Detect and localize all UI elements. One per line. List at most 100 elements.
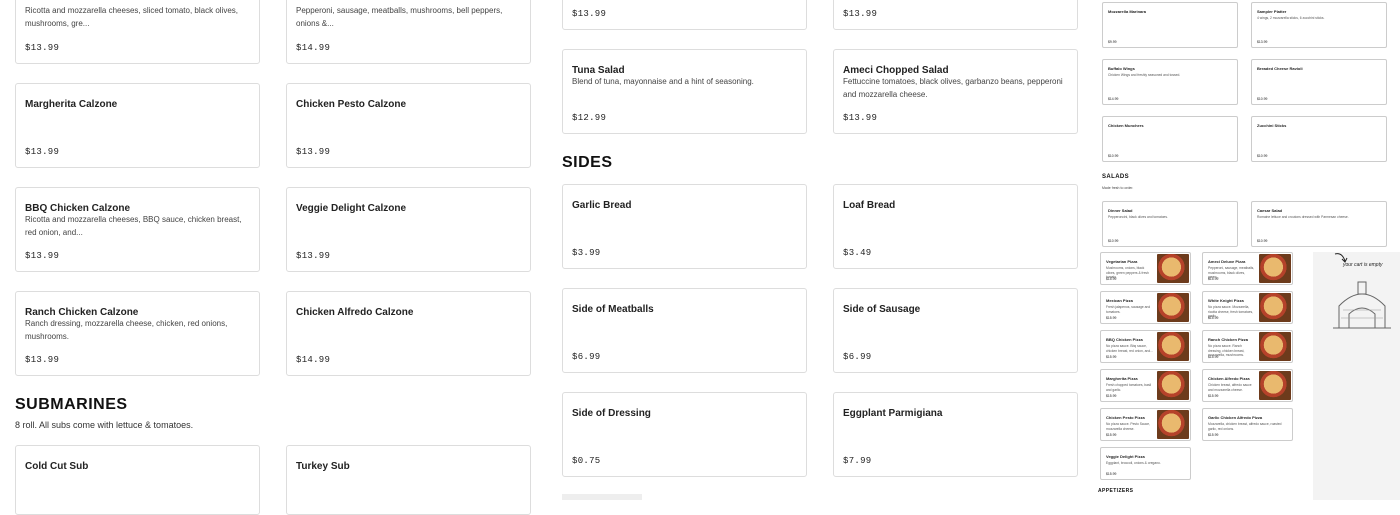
preview-pizza-card[interactable]: Ranch Chicken Pizza No pizza sauce. Ranc… — [1202, 330, 1293, 363]
preview-price: $15.99 — [1106, 316, 1117, 320]
preview-price: $13.99 — [1257, 40, 1268, 44]
preview-name: Caesar Salad — [1257, 208, 1283, 213]
section-title-submarines: SUBMARINES — [15, 396, 128, 413]
item-name: Tuna Salad — [572, 65, 625, 76]
item-name: Side of Meatballs — [572, 304, 654, 315]
menu-item-card[interactable]: Eggplant Parmigiana $7.99 — [833, 392, 1078, 477]
item-price: $13.99 — [25, 43, 60, 53]
preview-card[interactable]: Caesar Salad Romaine lettuce and crouton… — [1251, 201, 1387, 247]
item-price: $3.49 — [843, 248, 872, 258]
item-price: $12.99 — [572, 113, 607, 123]
preview-desc: No pizza sauce. Bbq sauce, chicken breas… — [1106, 344, 1153, 353]
preview-pizza-card[interactable]: Veggie Delight Pizza Eggplant, broccoli,… — [1100, 447, 1191, 480]
preview-price: $10.99 — [1257, 154, 1268, 158]
menu-item-card[interactable]: BBQ Chicken Calzone Ricotta and mozzarel… — [15, 187, 260, 272]
preview-name: Sampler Platter — [1257, 9, 1287, 14]
pizza-image — [1157, 371, 1189, 400]
menu-item-card[interactable]: Ricotta and mozzarella cheeses, sliced t… — [15, 0, 260, 64]
menu-item-card[interactable]: Chicken Pesto Calzone $13.99 — [286, 83, 531, 168]
menu-item-card[interactable]: Side of Sausage $6.99 — [833, 288, 1078, 373]
menu-item-card[interactable]: $13.99 — [833, 0, 1078, 30]
pizza-image — [1157, 332, 1189, 361]
preview-card[interactable]: Dinner Salad Pepperoncini, black olives … — [1102, 201, 1238, 247]
item-name: Side of Dressing — [572, 408, 651, 419]
section-title-partial — [562, 494, 642, 500]
preview-card[interactable]: Mozzarella Marinara $9.99 — [1102, 2, 1238, 48]
preview-price: $15.99 — [1208, 316, 1219, 320]
menu-item-card[interactable]: Veggie Delight Calzone $13.99 — [286, 187, 531, 272]
preview-section-salads: SALADS — [1102, 174, 1130, 180]
cart-empty-text: your cart is empty — [1343, 262, 1383, 268]
preview-pizza-card[interactable]: Vegetarian Pizza Mushrooms, onions, blac… — [1100, 252, 1191, 285]
menu-item-card[interactable]: Pepperoni, sausage, meatballs, mushrooms… — [286, 0, 531, 64]
item-price: $13.99 — [296, 251, 331, 261]
menu-item-card[interactable]: Chicken Alfredo Calzone $14.99 — [286, 291, 531, 376]
preview-card[interactable]: Buffalo Wings Chicken Wings and freshly … — [1102, 59, 1238, 105]
item-price: $13.99 — [296, 147, 331, 157]
preview-card[interactable]: Chicken Munchers $10.99 — [1102, 116, 1238, 162]
preview-price: $10.99 — [1108, 239, 1119, 243]
preview-price: $15.99 — [1106, 394, 1117, 398]
menu-item-card[interactable]: Ranch Chicken Calzone Ranch dressing, mo… — [15, 291, 260, 376]
preview-price: $15.99 — [1106, 433, 1117, 437]
menu-item-card[interactable]: Loaf Bread $3.49 — [833, 184, 1078, 269]
menu-item-card[interactable]: Ameci Chopped Salad Fettuccine tomatoes,… — [833, 49, 1078, 134]
item-description: Blend of tuna, mayonnaise and a hint of … — [572, 77, 754, 86]
preview-card[interactable]: Zucchini Sticks $10.99 — [1251, 116, 1387, 162]
preview-pizza-card[interactable]: White Knight Pizza No pizza sauce. Mozza… — [1202, 291, 1293, 324]
preview-name: Zucchini Sticks — [1257, 123, 1287, 128]
cart-panel: your cart is empty — [1313, 252, 1400, 500]
item-name: Veggie Delight Calzone — [296, 203, 407, 214]
item-price: $13.99 — [843, 9, 878, 19]
pizza-image — [1157, 293, 1189, 322]
menu-item-card[interactable]: Cold Cut Sub — [15, 445, 260, 515]
preview-name: Veggie Delight Pizza — [1106, 454, 1145, 459]
item-description: Ricotta and mozzarella cheeses, BBQ sauc… — [25, 215, 242, 237]
menu-item-card[interactable]: Side of Meatballs $6.99 — [562, 288, 807, 373]
menu-item-card[interactable]: Garlic Bread $3.99 — [562, 184, 807, 269]
preview-name: BBQ Chicken Pizza — [1106, 337, 1143, 342]
item-description: Ranch dressing, mozzarella cheese, chick… — [25, 319, 228, 341]
preview-name: Chicken Munchers — [1108, 123, 1144, 128]
item-name: Side of Sausage — [843, 304, 921, 315]
preview-card[interactable]: Breaded Cheese Ravioli $10.99 — [1251, 59, 1387, 105]
menu-item-card[interactable]: Turkey Sub — [286, 445, 531, 515]
preview-desc: Pepperoncini, black olives and tomatoes. — [1108, 215, 1168, 219]
preview-name: Chicken Alfredo Pizza — [1208, 376, 1250, 381]
preview-pizza-card[interactable]: BBQ Chicken Pizza No pizza sauce. Bbq sa… — [1100, 330, 1191, 363]
preview-name: Buffalo Wings — [1108, 66, 1135, 71]
preview-name: Breaded Cheese Ravioli — [1257, 66, 1303, 71]
item-description: Fettuccine tomatoes, black olives, garba… — [843, 77, 1063, 99]
menu-item-card[interactable]: Tuna Salad Blend of tuna, mayonnaise and… — [562, 49, 807, 134]
item-price: $3.99 — [572, 248, 601, 258]
preview-desc: Eggplant, broccoli, onions & oregano. — [1106, 461, 1161, 465]
item-price: $6.99 — [843, 352, 872, 362]
item-price: $13.99 — [25, 355, 60, 365]
preview-pizza-card[interactable]: Ameci Deluxe Pizza Pepperoni, sausage, m… — [1202, 252, 1293, 285]
item-name: Turkey Sub — [296, 461, 350, 472]
preview-price: $15.99 — [1208, 277, 1219, 281]
menu-item-card[interactable]: Margherita Calzone $13.99 — [15, 83, 260, 168]
preview-name: Mexican Pizza — [1106, 298, 1133, 303]
preview-pizza-card[interactable]: Garlic Chicken Alfredo Pizza Mozzarella,… — [1202, 408, 1293, 441]
menu-item-card[interactable]: Side of Dressing $0.75 — [562, 392, 807, 477]
preview-price: $15.99 — [1208, 433, 1219, 437]
preview-name: Mozzarella Marinara — [1108, 9, 1147, 14]
preview-pizza-card[interactable]: Chicken Alfredo Pizza Chicken breast, al… — [1202, 369, 1293, 402]
preview-pizza-card[interactable]: Mexican Pizza Fresh jalapenos, sausage a… — [1100, 291, 1191, 324]
item-price: $0.75 — [572, 456, 601, 466]
item-price: $14.99 — [296, 43, 331, 53]
preview-name: Margherita Pizza — [1106, 376, 1138, 381]
pizza-image — [1157, 410, 1189, 439]
preview-card[interactable]: Sampler Platter 4 wings, 2 mozzarella st… — [1251, 2, 1387, 48]
preview-pizza-card[interactable]: Margherita Pizza Fresh chopped tomatoes,… — [1100, 369, 1191, 402]
item-price: $13.99 — [843, 113, 878, 123]
preview-name: White Knight Pizza — [1208, 298, 1244, 303]
preview-pizza-card[interactable]: Chicken Pesto Pizza No pizza sauce. Pest… — [1100, 408, 1191, 441]
preview-price: $15.99 — [1106, 472, 1117, 476]
preview-desc: Fresh chopped tomatoes, basil and garlic… — [1106, 383, 1152, 392]
item-price: $13.99 — [572, 9, 607, 19]
menu-item-card[interactable]: $13.99 — [562, 0, 807, 30]
preview-price: $10.99 — [1257, 239, 1268, 243]
item-name: Ameci Chopped Salad — [843, 65, 949, 76]
